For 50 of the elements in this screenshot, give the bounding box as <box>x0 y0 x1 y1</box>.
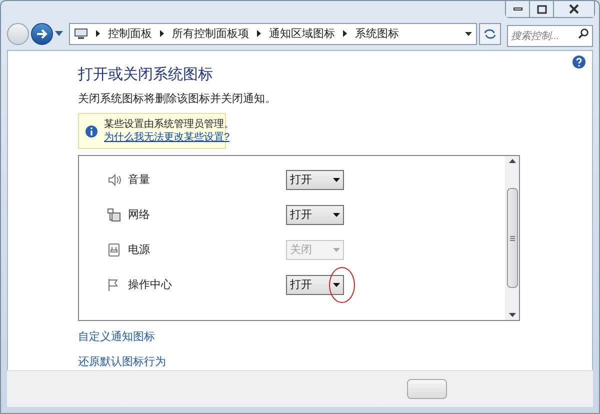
refresh-icon <box>483 28 497 40</box>
info-icon <box>85 124 98 138</box>
computer-icon <box>74 28 88 40</box>
refresh-button[interactable] <box>479 22 501 45</box>
dropdown-arrow-icon <box>333 178 340 182</box>
minimize-icon <box>512 7 522 11</box>
task-link[interactable]: 还原默认图标行为 <box>78 354 166 370</box>
network-icon <box>107 208 121 222</box>
behavior-dropdown[interactable]: 打开 <box>286 170 344 190</box>
minimize-button[interactable] <box>506 1 530 17</box>
help-icon[interactable] <box>572 54 586 69</box>
behavior-dropdown[interactable]: 打开 <box>286 205 344 226</box>
maximize-button[interactable] <box>530 1 554 17</box>
scroll-down-icon[interactable] <box>508 313 516 318</box>
close-icon <box>569 4 579 14</box>
breadcrumb-item[interactable]: 所有控制面板项 <box>172 26 249 42</box>
chevron-right-icon[interactable] <box>96 30 100 38</box>
help-link[interactable]: 为什么我无法更改某些设置? <box>104 131 234 144</box>
icon-name: 操作中心 <box>128 278 173 293</box>
vertical-scrollbar[interactable] <box>505 156 519 320</box>
power-plug-icon <box>107 243 121 258</box>
breadcrumb-item[interactable]: 系统图标 <box>355 26 399 42</box>
icon-name: 网络 <box>128 208 151 223</box>
breadcrumb-item[interactable]: 通知区域图标 <box>269 26 335 42</box>
notice-message: 某些设置由系统管理员管理。 <box>104 118 234 132</box>
flag-icon <box>107 278 121 292</box>
chevron-right-icon[interactable] <box>160 30 164 38</box>
search-icon <box>578 28 589 39</box>
icon-name: 电源 <box>128 242 151 258</box>
task-link[interactable]: 自定义通知图标 <box>78 329 155 346</box>
description-text: 关闭系统图标将删除该图标并关闭通知。 <box>78 92 277 107</box>
behavior-dropdown[interactable]: 打开 <box>286 275 344 296</box>
chevron-right-icon[interactable] <box>343 30 347 38</box>
address-field[interactable]: 控制面板 所有控制面板项 通知区域图标 系统图标 <box>69 22 477 45</box>
speaker-icon <box>107 173 121 188</box>
dropdown-arrow-icon <box>333 248 340 252</box>
dropdown-arrow-icon <box>333 283 340 288</box>
breadcrumb-item[interactable]: 控制面板 <box>108 26 152 42</box>
forward-button[interactable] <box>31 22 53 45</box>
search-field[interactable]: 搜索控制... <box>507 25 593 48</box>
chevron-right-icon[interactable] <box>257 30 261 38</box>
page-heading: 打开或关闭系统图标 <box>78 64 214 85</box>
dropdown-arrow-icon[interactable] <box>465 32 472 36</box>
icon-name: 音量 <box>128 172 151 188</box>
close-button[interactable] <box>554 1 594 17</box>
maximize-icon <box>536 4 546 14</box>
scrollbar-thumb[interactable] <box>506 188 518 288</box>
arrow-right-icon <box>36 28 48 39</box>
scroll-up-icon[interactable] <box>508 159 516 164</box>
dropdown-arrow-icon <box>333 213 340 218</box>
